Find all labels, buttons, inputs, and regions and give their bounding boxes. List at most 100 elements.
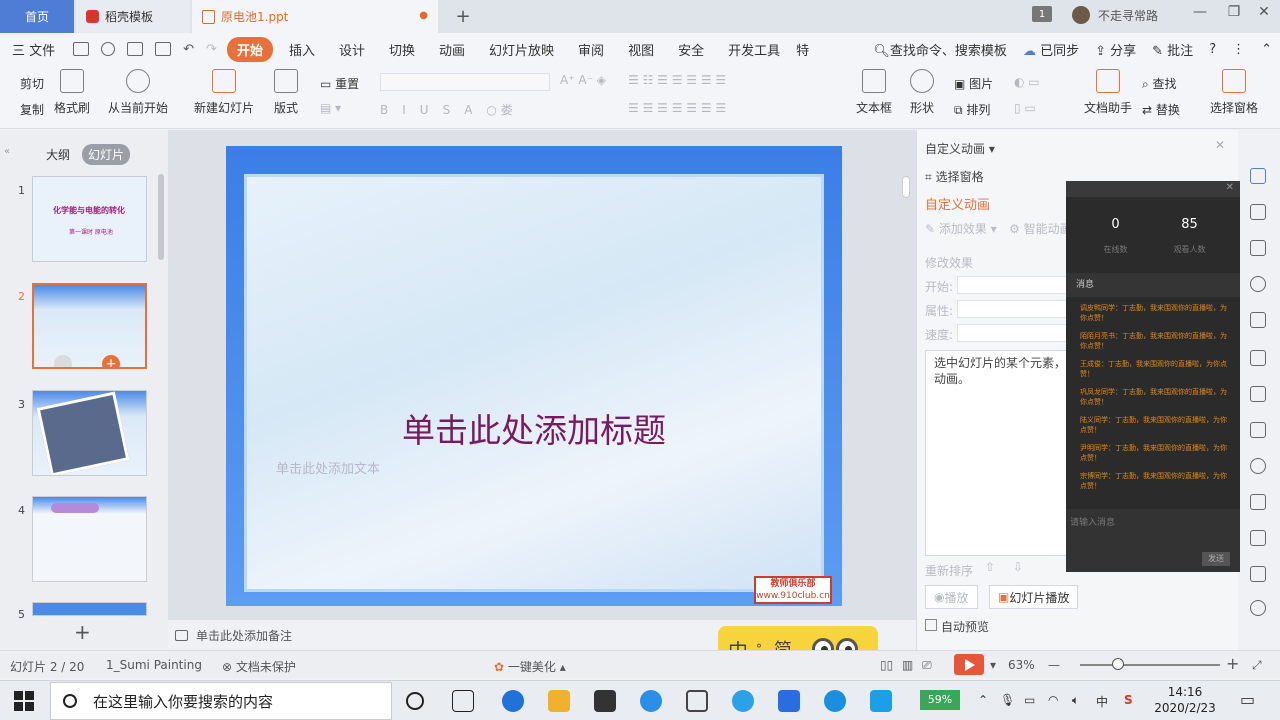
network-icon[interactable]: ◠ [1048, 693, 1058, 707]
find-button[interactable]: ⌕ 查找 [1142, 75, 1177, 92]
zoom-out-icon[interactable]: — [1048, 658, 1060, 672]
menu-view[interactable]: 视图 [616, 40, 666, 59]
microphone-icon[interactable]: 🎙︎ [1000, 693, 1015, 707]
play-options-icon[interactable]: ▾ [990, 658, 996, 672]
slide-subtitle-placeholder[interactable]: 单击此处添加文本 [276, 458, 380, 477]
shape-style-icon[interactable] [1250, 276, 1266, 292]
restore-icon[interactable]: ❐ [1220, 4, 1248, 20]
slide-thumbnail-3[interactable] [32, 390, 147, 476]
speaker-icon[interactable] [1250, 600, 1266, 616]
system-clock[interactable]: 14:16 2020/2/23 [1150, 684, 1220, 716]
new-tab-button[interactable]: + [452, 0, 474, 33]
bold-icon[interactable]: B [380, 103, 388, 117]
doc-assistant-button[interactable]: 文档助手 [1084, 69, 1132, 116]
properties-icon[interactable] [1250, 350, 1266, 366]
more-icon[interactable]: ⋮ [1224, 42, 1253, 57]
comment-button[interactable]: ✎ 批注 [1144, 40, 1201, 59]
cortana-icon[interactable] [406, 692, 424, 710]
protect-status[interactable]: ⊗ 文档未保护 [222, 658, 296, 675]
share-button[interactable]: ⇪ 分享 [1087, 40, 1144, 59]
slide-thumbnail-1[interactable]: 化学能与电能的转化 第一课时 原电池 [32, 176, 147, 262]
menu-slideshow[interactable]: 幻灯片放映 [477, 40, 566, 59]
char-spacing-icon[interactable]: ○ 娄 [486, 101, 512, 118]
library-icon[interactable] [1250, 494, 1266, 510]
window-count-badge[interactable]: 1 [1032, 6, 1052, 22]
strikethrough-icon[interactable]: S [443, 103, 451, 117]
menu-security[interactable]: 安全 [666, 40, 716, 59]
move-down-icon[interactable]: ⇩ [1013, 560, 1023, 574]
font-family-select[interactable] [380, 73, 550, 91]
windows-start-icon[interactable] [14, 691, 34, 711]
replace-button[interactable]: ⇄ 替换 [1142, 101, 1180, 118]
reset-button[interactable]: ▭ 重置 [320, 75, 359, 92]
font-size-icons[interactable]: A⁺ A⁻ ◈ [560, 73, 606, 87]
new-slide-button[interactable]: 新建幻灯片 [194, 69, 254, 116]
menu-special[interactable]: 特 [792, 40, 813, 59]
table-icon[interactable] [1250, 422, 1266, 438]
chat-titlebar[interactable]: ✕ [1066, 181, 1240, 197]
notification-icon[interactable]: ▭ [1240, 690, 1255, 709]
play-from-current-button[interactable]: 从当前开始 [108, 69, 168, 116]
outline-icon[interactable]: ▯ ▭ [1014, 101, 1036, 115]
start-select[interactable] [957, 276, 1067, 294]
app-l-icon[interactable] [640, 690, 662, 712]
zoom-in-icon[interactable]: + [1226, 654, 1239, 673]
close-icon[interactable]: ✕ [1250, 4, 1278, 20]
fill-icon[interactable]: ◐ ▭ [1014, 75, 1040, 89]
object-icon[interactable] [1250, 240, 1266, 256]
user-account[interactable]: 不走寻常路 [1072, 6, 1158, 24]
tab-slides[interactable]: 幻灯片 [82, 144, 131, 165]
paragraph-icons[interactable]: ☰ ☷ ☰ ☰ ☰ ☰ ☰ [628, 73, 726, 87]
notes-area[interactable]: 单击此处添加备注 [175, 627, 292, 644]
animation-list[interactable]: 选中幻灯片的某个元素，动画。 [925, 350, 1075, 556]
store-icon[interactable] [594, 690, 616, 712]
text-format-icons[interactable]: B I U S A ○ 娄 [380, 101, 527, 118]
slide-title-placeholder[interactable]: 单击此处添加标题 [226, 404, 842, 452]
minimize-icon[interactable]: — [1186, 4, 1214, 20]
format-painter-button[interactable]: 格式刷 [54, 69, 90, 116]
copy-button[interactable]: 复制 [20, 101, 44, 118]
menu-insert[interactable]: 插入 [277, 40, 327, 59]
chat-close-icon[interactable]: ✕ [1226, 182, 1234, 193]
ime-tray-icon[interactable]: 中 [1096, 693, 1108, 710]
slide-thumbnail-5[interactable] [32, 602, 147, 616]
chat-app-icon[interactable] [732, 690, 754, 712]
undo-icon[interactable]: ↶ [183, 42, 194, 57]
shape-button[interactable]: 形状 [910, 69, 934, 116]
animation-pane-icon[interactable] [1250, 168, 1266, 184]
tab-template[interactable]: 稻壳模板 [76, 0, 190, 33]
feather-app-icon[interactable] [824, 690, 846, 712]
mail-icon[interactable] [686, 690, 708, 712]
slide-thumbnail-4[interactable] [32, 496, 147, 582]
print-preview-icon[interactable] [155, 42, 172, 56]
power-icon[interactable]: ▭ [1024, 693, 1035, 707]
menu-design[interactable]: 设计 [327, 40, 377, 59]
thumb-play-icon[interactable] [54, 355, 72, 367]
move-up-icon[interactable]: ⇧ [985, 560, 995, 574]
fit-window-icon[interactable]: ⤢ [1252, 658, 1262, 673]
slideshow-button[interactable]: ▣ 幻灯片播放 [989, 585, 1079, 609]
property-select[interactable] [957, 300, 1067, 318]
layout-button[interactable]: 版式 [274, 69, 298, 116]
section-icon[interactable]: ▤ ▾ [320, 101, 341, 115]
theme-name[interactable]: 1_Sumi Painting [106, 658, 202, 672]
wps-tray-icon[interactable]: S [1124, 693, 1133, 707]
transition-icon[interactable] [1250, 204, 1266, 220]
beautify-button[interactable]: ✿ 一键美化 ▴ [494, 658, 566, 675]
wps-writer-icon[interactable] [778, 690, 800, 712]
menu-review[interactable]: 审阅 [566, 40, 616, 59]
print-icon[interactable] [127, 42, 144, 56]
redo-icon[interactable]: ↷ [206, 42, 217, 57]
underline-icon[interactable]: U [420, 103, 429, 117]
italic-icon[interactable]: I [402, 103, 406, 117]
task-view-icon[interactable] [452, 690, 474, 712]
menu-home[interactable]: 开始 [226, 36, 273, 62]
help-icon[interactable]: ? [1201, 42, 1224, 57]
slide-canvas[interactable]: 单击此处添加标题 单击此处添加文本 教师俱乐部 www.910club.cn [226, 146, 842, 606]
panel-close-icon[interactable]: ✕ [1215, 138, 1225, 152]
slideshow-play-button[interactable] [954, 654, 984, 675]
edge-browser-icon[interactable] [502, 690, 524, 712]
format-icon[interactable] [1250, 312, 1266, 328]
slide-thumbnail-2[interactable]: + [32, 283, 147, 369]
view-normal-icon[interactable]: ▯▯ [880, 658, 893, 672]
